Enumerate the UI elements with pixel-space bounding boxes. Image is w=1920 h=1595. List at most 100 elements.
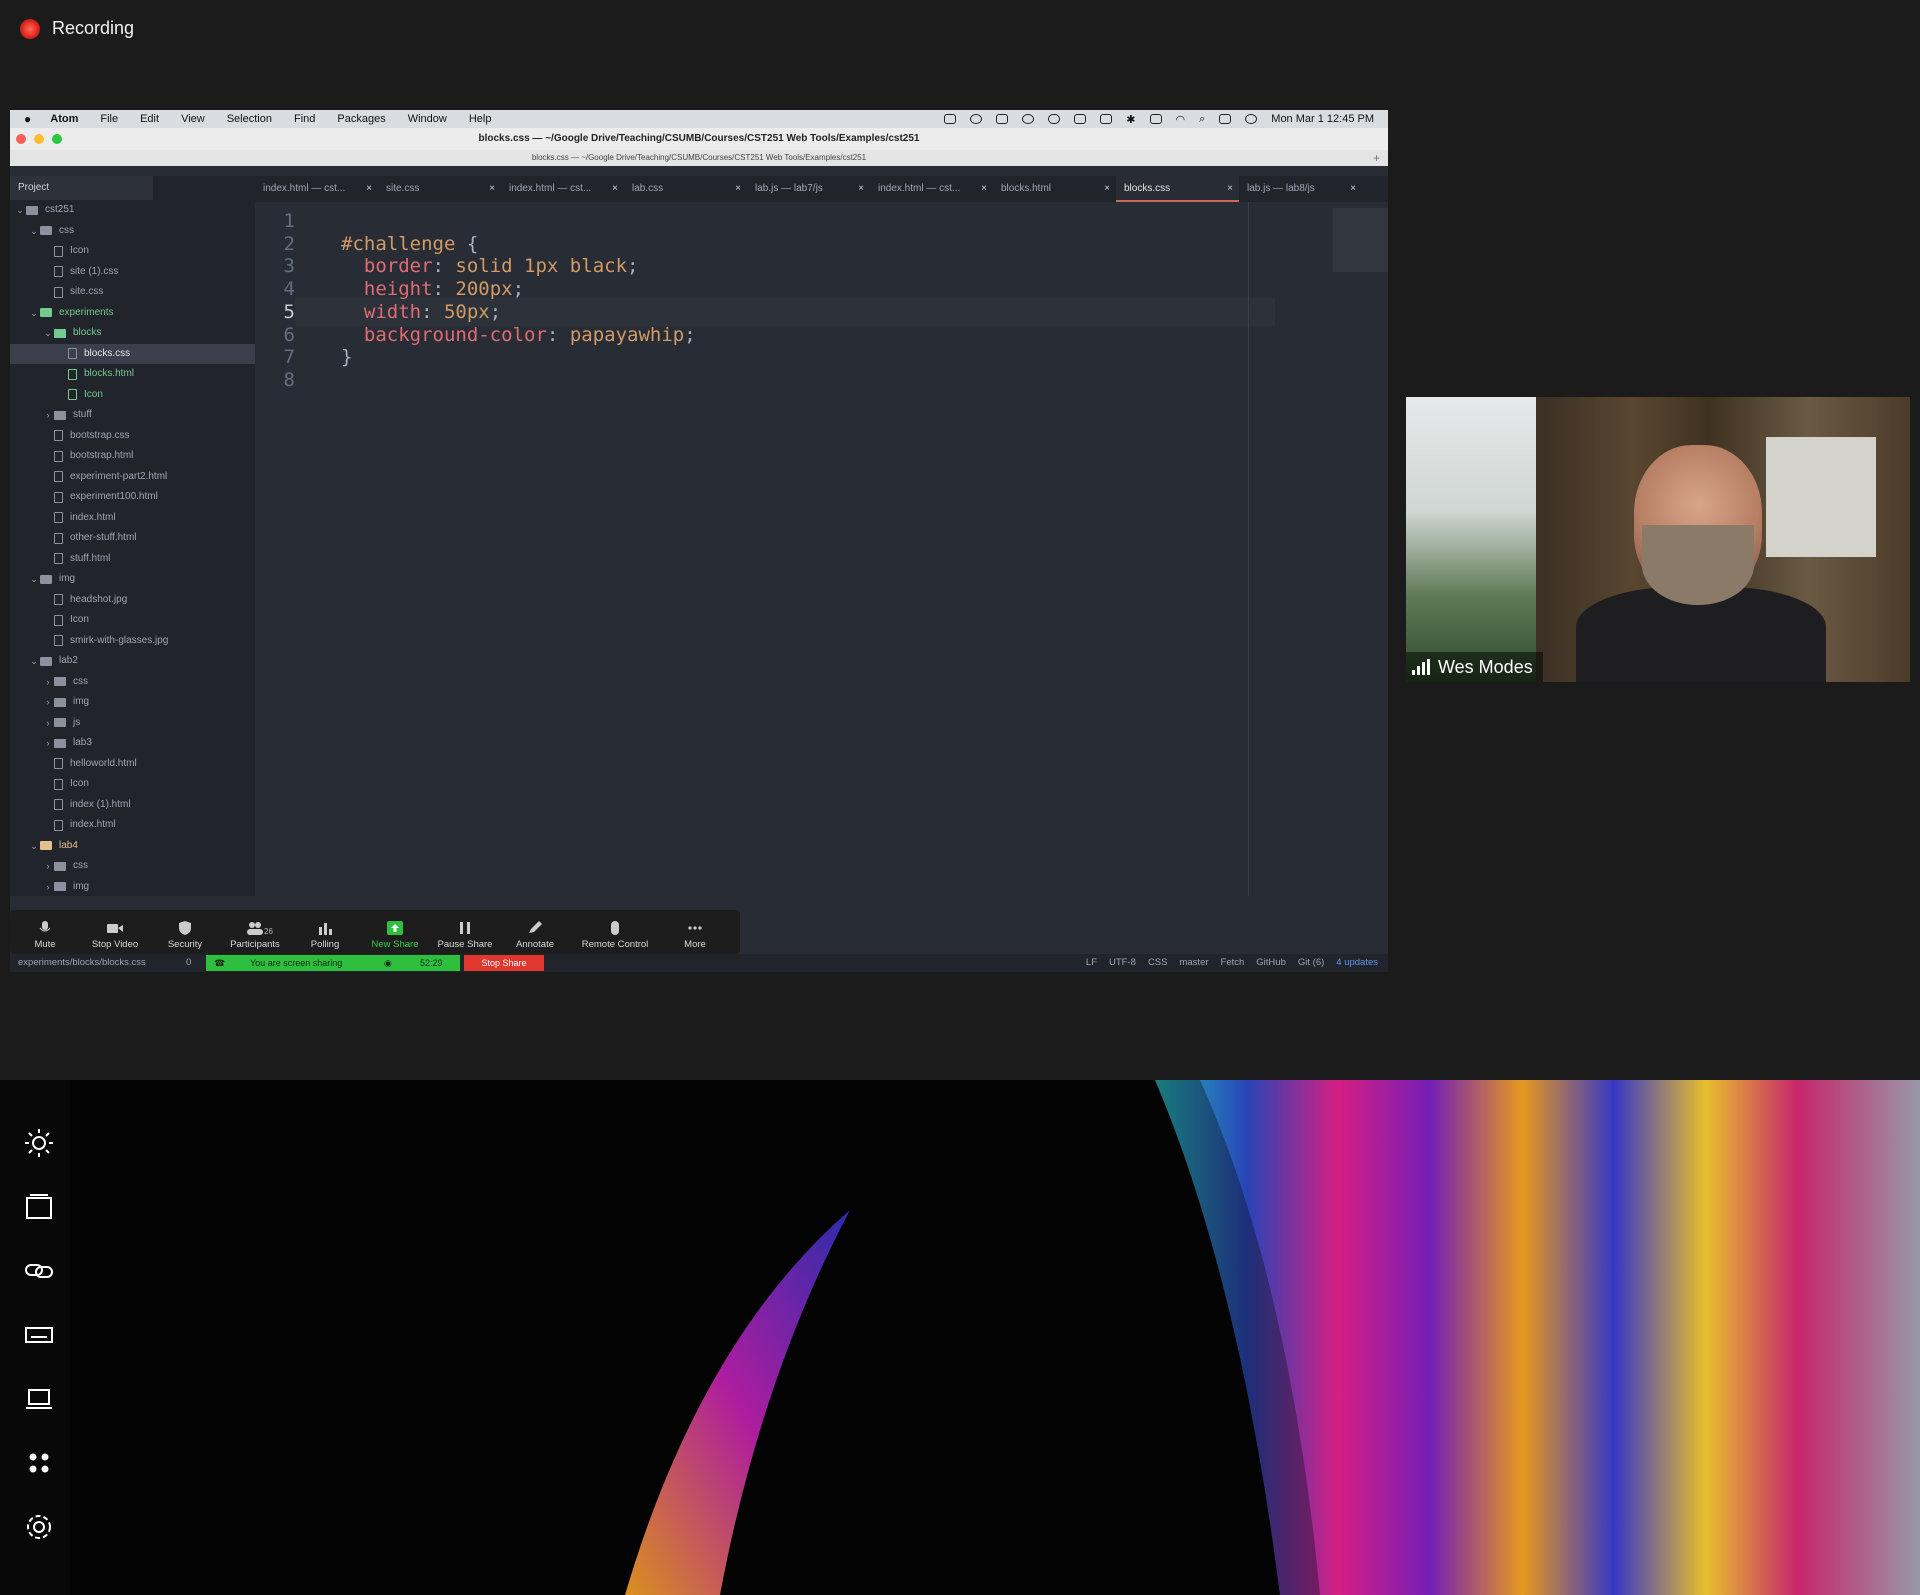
project-link-icon[interactable] [24, 1256, 54, 1286]
polling-button[interactable]: Polling [290, 921, 360, 954]
tree-item[interactable]: › img [10, 877, 255, 898]
tree-item[interactable]: ⌄ cst251 [10, 200, 255, 221]
editor-tab[interactable]: lab.js — lab7/js × [747, 176, 870, 202]
editor-tab[interactable]: lab.css × [624, 176, 747, 202]
chevron-down-icon[interactable]: ⌄ [28, 303, 40, 324]
menubar-clock[interactable]: Mon Mar 1 12:45 PM [1271, 113, 1374, 125]
close-tab-icon[interactable]: × [612, 176, 618, 202]
chevron-right-icon[interactable]: › [42, 877, 54, 898]
chevron-down-icon[interactable]: ⌄ [14, 200, 26, 221]
keyboard-icon[interactable] [24, 1320, 54, 1350]
volume-icon[interactable] [1074, 114, 1087, 124]
menu-window[interactable]: Window [397, 113, 458, 125]
tree-item[interactable]: headshot.jpg [10, 590, 255, 611]
editor-tab[interactable]: site.css × [378, 176, 501, 202]
menu-view[interactable]: View [170, 113, 216, 125]
search-icon[interactable]: ⌕ [1199, 113, 1205, 126]
tree-item[interactable]: Icon [10, 385, 255, 406]
stop-video-button[interactable]: Stop Video [80, 921, 150, 954]
code-editor[interactable]: 1 2 #challenge {3 border: solid 1px black;… [255, 202, 1388, 896]
brightness-sun-icon[interactable] [24, 1128, 54, 1158]
close-tab-icon[interactable]: × [735, 176, 741, 202]
apple-icon[interactable]: ● [10, 112, 39, 126]
close-tab-icon[interactable]: × [489, 176, 495, 202]
tree-item[interactable]: smirk-with-glasses.jpg [10, 631, 255, 652]
editor-tab[interactable]: index.html — cst... × [255, 176, 378, 202]
close-tab-icon[interactable]: × [1104, 176, 1110, 202]
battery-icon[interactable] [1149, 114, 1162, 124]
stop-share-button[interactable]: Stop Share [464, 955, 544, 971]
close-tab-icon[interactable]: × [1350, 176, 1356, 202]
tree-item[interactable]: site.css [10, 282, 255, 303]
tree-item[interactable]: blocks.html [10, 364, 255, 385]
status-file-path[interactable]: experiments/blocks/blocks.css [18, 954, 146, 972]
status-grammar[interactable]: CSS [1148, 954, 1168, 972]
play-icon[interactable] [1022, 114, 1035, 124]
status-branch[interactable]: master [1179, 954, 1208, 972]
menu-selection[interactable]: Selection [216, 113, 283, 125]
new-share-button[interactable]: New Share [360, 921, 430, 954]
chevron-right-icon[interactable]: › [42, 692, 54, 713]
minimize-window-icon[interactable] [34, 134, 44, 144]
apps-grid-icon[interactable] [24, 1448, 54, 1478]
cast-screen-icon[interactable] [24, 1192, 54, 1222]
chevron-down-icon[interactable]: ⌄ [28, 221, 40, 242]
tree-item[interactable]: index (1).html [10, 795, 255, 816]
tree-item[interactable]: › stuff [10, 405, 255, 426]
tree-item[interactable]: stuff.html [10, 549, 255, 570]
creative-cloud-icon[interactable] [996, 114, 1009, 124]
tree-item[interactable]: › css [10, 856, 255, 877]
remote-control-button[interactable]: Remote Control [570, 921, 660, 954]
editor-tab[interactable]: index.html — cst... × [501, 176, 624, 202]
zoom-status-icon[interactable] [944, 114, 957, 124]
tree-item[interactable]: site (1).css [10, 262, 255, 283]
close-tab-icon[interactable]: × [366, 176, 372, 202]
security-button[interactable]: Security [150, 921, 220, 954]
tree-item[interactable]: ⌄ lab4 [10, 836, 255, 857]
globe-icon[interactable] [970, 114, 983, 124]
menu-edit[interactable]: Edit [129, 113, 170, 125]
more-button[interactable]: More [660, 921, 730, 954]
cloud-icon[interactable] [1048, 114, 1061, 124]
mute-button[interactable]: Mute [10, 921, 80, 954]
wifi-icon[interactable]: ◠ [1176, 113, 1186, 126]
tree-item[interactable]: › js [10, 713, 255, 734]
chevron-right-icon[interactable]: › [42, 405, 54, 426]
tree-item[interactable]: index.html [10, 815, 255, 836]
tree-item[interactable]: Icon [10, 610, 255, 631]
tree-item[interactable]: experiment100.html [10, 487, 255, 508]
participants-button[interactable]: 26 Participants [220, 921, 290, 954]
chevron-down-icon[interactable]: ⌄ [28, 569, 40, 590]
tree-item[interactable]: Icon [10, 774, 255, 795]
editor-tab[interactable]: index.html — cst... × [870, 176, 993, 202]
editor-tab[interactable]: blocks.css × [1116, 176, 1239, 202]
display-icon[interactable] [1100, 114, 1113, 124]
tree-item[interactable]: helloworld.html [10, 754, 255, 775]
chevron-down-icon[interactable]: ⌄ [28, 651, 40, 672]
bluetooth-icon[interactable]: ✱ [1126, 113, 1135, 126]
minimap[interactable] [1333, 208, 1388, 272]
tree-item[interactable]: ⌄ blocks [10, 323, 255, 344]
status-github[interactable]: GitHub [1256, 954, 1286, 972]
chevron-right-icon[interactable]: › [42, 733, 54, 754]
status-fetch[interactable]: Fetch [1221, 954, 1245, 972]
status-issues-count[interactable]: 0 [186, 954, 191, 972]
menu-file[interactable]: File [89, 113, 129, 125]
annotate-button[interactable]: Annotate [500, 921, 570, 954]
chevron-down-icon[interactable]: ⌄ [28, 836, 40, 857]
tree-item[interactable]: › img [10, 692, 255, 713]
control-center-icon[interactable] [1219, 114, 1232, 124]
siri-icon[interactable] [1245, 114, 1258, 124]
close-window-icon[interactable] [16, 134, 26, 144]
chevron-right-icon[interactable]: › [42, 672, 54, 693]
new-tab-plus-icon[interactable]: + [1373, 150, 1380, 166]
tree-item[interactable]: ⌄ lab2 [10, 651, 255, 672]
status-updates[interactable]: 4 updates [1336, 954, 1378, 972]
close-tab-icon[interactable]: × [981, 176, 987, 202]
close-tab-icon[interactable]: × [858, 176, 864, 202]
tree-item[interactable]: bootstrap.css [10, 426, 255, 447]
status-git[interactable]: Git (6) [1298, 954, 1324, 972]
tree-item[interactable]: Icon [10, 241, 255, 262]
participant-video-tile[interactable]: Wes Modes [1406, 397, 1910, 682]
tree-item[interactable]: ⌄ css [10, 221, 255, 242]
